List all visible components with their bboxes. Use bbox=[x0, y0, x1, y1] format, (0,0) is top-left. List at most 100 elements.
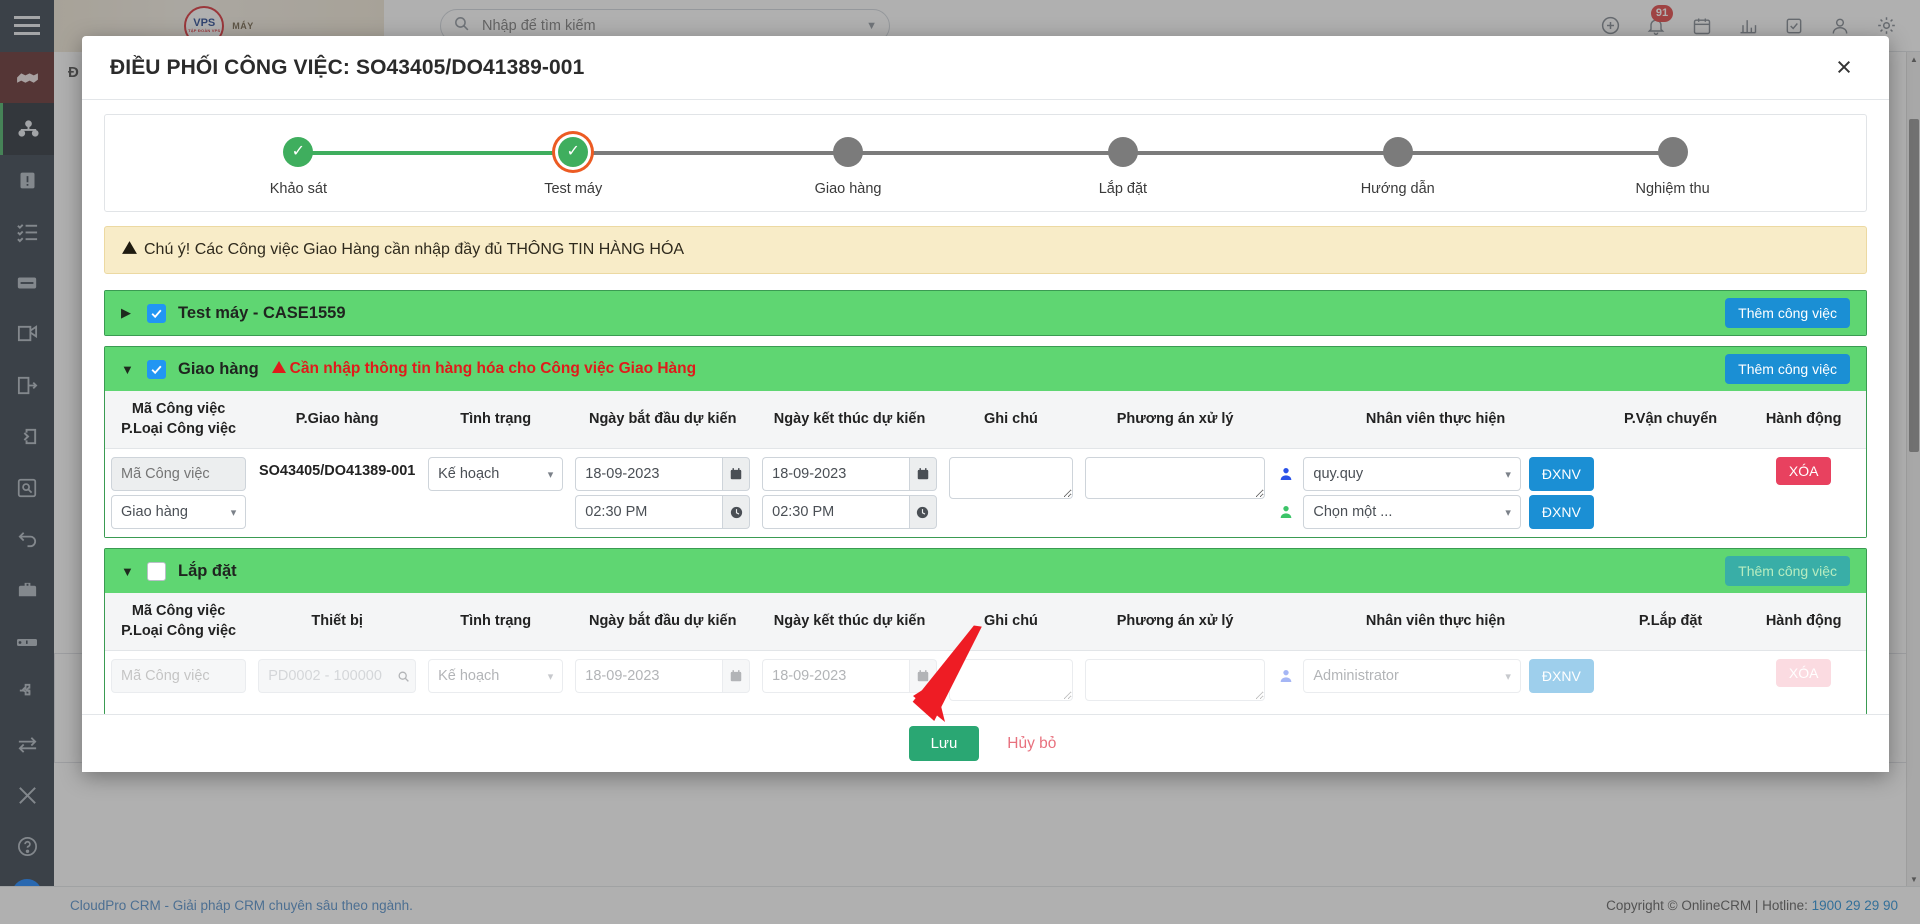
task-type-select[interactable]: Giao hàng ▾ bbox=[111, 495, 247, 530]
stepper-step-khao-sat[interactable]: ✓ Khảo sát bbox=[161, 137, 436, 197]
chevron-down-icon: ▾ bbox=[547, 670, 554, 683]
column-header-nhan-vien: Nhân viên thực hiện bbox=[1271, 593, 1600, 652]
lap-dat-task-table: Mã Công việc P.Loại Công việc Thiết bị T… bbox=[105, 593, 1866, 714]
add-task-button[interactable]: Thêm công việc bbox=[1725, 298, 1850, 328]
task-group-test-may: ▶ Test máy - CASE1559 Thêm công việc bbox=[104, 290, 1867, 336]
task-group-header[interactable]: ▶ Test máy - CASE1559 Thêm công việc bbox=[105, 291, 1866, 335]
task-group-header[interactable]: ▼ Lắp đặt Thêm công việc bbox=[105, 549, 1866, 594]
stepper-step-lap-dat[interactable]: Lắp đặt bbox=[986, 137, 1261, 197]
check-icon: ✓ bbox=[283, 137, 314, 167]
table-header-row: Mã Công việc P.Loại Công việc Thiết bị T… bbox=[105, 593, 1866, 652]
calendar-icon[interactable] bbox=[908, 457, 937, 492]
delivery-code: SO43405/DO41389-001 bbox=[258, 463, 416, 480]
user-icon bbox=[1277, 504, 1295, 520]
calendar-icon[interactable] bbox=[721, 457, 751, 492]
status-select[interactable]: Kế hoạch ▾ bbox=[428, 457, 564, 492]
task-group-header[interactable]: ▼ Giao hàng Cần nhập thông tin hàng hóa … bbox=[105, 347, 1866, 391]
column-header-nhan-vien: Nhân viên thực hiện bbox=[1271, 391, 1600, 450]
workflow-stepper: ✓ Khảo sát ✓ Test máy Giao hàng Lắp đặt bbox=[104, 114, 1867, 212]
delete-task-button[interactable]: XÓA bbox=[1775, 659, 1832, 688]
device-input[interactable] bbox=[258, 659, 392, 694]
end-date-field[interactable] bbox=[762, 457, 937, 492]
task-group-checkbox[interactable] bbox=[147, 303, 166, 323]
dxnv-button-primary[interactable]: ĐXNV bbox=[1528, 659, 1594, 694]
calendar-icon[interactable] bbox=[908, 659, 937, 694]
stepper-step-label: Nghiệm thu bbox=[1635, 181, 1710, 197]
task-code-input[interactable] bbox=[111, 457, 247, 492]
start-date-field[interactable] bbox=[575, 457, 751, 492]
task-group-checkbox[interactable] bbox=[147, 359, 166, 379]
end-date-input[interactable] bbox=[762, 457, 909, 492]
column-header-ngay-ket-thuc: Ngày kết thúc dự kiến bbox=[756, 391, 943, 450]
chevron-down-icon: ▾ bbox=[1505, 670, 1511, 683]
stepper-step-label: Hướng dẫn bbox=[1360, 181, 1435, 197]
stepper-step-giao-hang[interactable]: Giao hàng bbox=[711, 137, 986, 197]
cell-phuong-an bbox=[1079, 651, 1272, 714]
clock-icon[interactable] bbox=[908, 495, 937, 530]
start-date-field[interactable] bbox=[575, 659, 751, 694]
cell-p-giao-hang: SO43405/DO41389-001 bbox=[252, 449, 422, 538]
task-group-giao-hang: ▼ Giao hàng Cần nhập thông tin hàng hóa … bbox=[104, 346, 1867, 539]
start-date-input[interactable] bbox=[575, 457, 722, 492]
note-textarea[interactable] bbox=[948, 457, 1073, 500]
table-header-row: Mã Công việc P.Loại Công việc P.Giao hàn… bbox=[105, 391, 1866, 450]
add-task-button[interactable]: Thêm công việc bbox=[1725, 556, 1850, 587]
chevron-down-icon[interactable]: ▼ bbox=[121, 362, 135, 377]
circle-icon bbox=[1657, 137, 1688, 167]
stepper-step-nghiem-thu[interactable]: Nghiệm thu bbox=[1535, 137, 1810, 197]
stepper-step-test-may[interactable]: ✓ Test máy bbox=[436, 137, 711, 197]
status-select[interactable]: Kế hoạch ▾ bbox=[428, 659, 564, 694]
stepper-step-label: Giao hàng bbox=[814, 181, 882, 197]
end-time-input[interactable] bbox=[762, 495, 909, 530]
task-group-lap-dat: ▼ Lắp đặt Thêm công việc Mã Công việc P.… bbox=[104, 548, 1867, 714]
employee-secondary-select[interactable]: Chọn một ... ▾ bbox=[1303, 495, 1521, 530]
employee-primary-select[interactable]: Administrator ▾ bbox=[1303, 659, 1521, 694]
start-time-field[interactable] bbox=[575, 495, 751, 530]
add-task-button[interactable]: Thêm công việc bbox=[1725, 354, 1850, 384]
employee-primary-select[interactable]: quy.quy ▾ bbox=[1303, 457, 1521, 492]
cell-nhan-vien: Administrator ▾ ĐXNV bbox=[1271, 651, 1599, 714]
employee-primary-value: quy.quy bbox=[1313, 466, 1364, 483]
dxnv-button-primary[interactable]: ĐXNV bbox=[1528, 457, 1594, 492]
calendar-icon[interactable] bbox=[721, 659, 751, 694]
save-button[interactable]: Lưu bbox=[908, 726, 980, 761]
stepper-step-huong-dan[interactable]: Hướng dẫn bbox=[1260, 137, 1535, 197]
end-time-field[interactable] bbox=[762, 495, 937, 530]
chevron-right-icon[interactable]: ▶ bbox=[121, 305, 135, 321]
stepper-step-label: Test máy bbox=[544, 181, 603, 197]
modal-body: ✓ Khảo sát ✓ Test máy Giao hàng Lắp đặt bbox=[82, 100, 1889, 714]
device-field[interactable] bbox=[258, 659, 417, 694]
plan-textarea[interactable] bbox=[1084, 457, 1266, 500]
column-header-ngay-bat-dau: Ngày bắt đầu dự kiến bbox=[569, 593, 757, 652]
column-header-line2: P.Loại Công việc bbox=[121, 622, 237, 639]
end-date-field[interactable] bbox=[762, 659, 937, 694]
table-row: Giao hàng ▾ SO43405/DO41389-001 Kế hoạch bbox=[105, 449, 1866, 538]
table-row: Kế hoạch ▾ bbox=[105, 651, 1866, 714]
task-code-input[interactable] bbox=[111, 659, 247, 694]
start-time-input[interactable] bbox=[575, 495, 722, 530]
note-textarea[interactable] bbox=[948, 659, 1073, 702]
delete-task-button[interactable]: XÓA bbox=[1775, 457, 1832, 486]
column-header-ghi-chu: Ghi chú bbox=[942, 593, 1079, 652]
task-group-title: Lắp đặt bbox=[178, 561, 237, 580]
cell-hanh-dong: XÓA bbox=[1741, 449, 1866, 538]
cell-ngay-ket-thuc bbox=[756, 449, 943, 538]
employee-row-primary: quy.quy ▾ ĐXNV bbox=[1277, 457, 1594, 492]
chevron-down-icon: ▾ bbox=[547, 468, 554, 481]
task-group-title: Test máy - CASE1559 bbox=[178, 303, 346, 322]
chevron-down-icon[interactable]: ▼ bbox=[121, 564, 135, 579]
cancel-button[interactable]: Hủy bỏ bbox=[1001, 734, 1062, 754]
search-icon[interactable] bbox=[391, 659, 417, 694]
modal-title: ĐIỀU PHỐI CÔNG VIỆC: SO43405/DO41389-001 bbox=[110, 55, 585, 79]
task-group-warning: Cần nhập thông tin hàng hóa cho Công việ… bbox=[271, 359, 696, 380]
close-icon[interactable]: × bbox=[1827, 51, 1861, 85]
cell-ma-cong-viec: Giao hàng ▾ bbox=[105, 449, 252, 538]
clock-icon[interactable] bbox=[721, 495, 751, 530]
dxnv-button-secondary[interactable]: ĐXNV bbox=[1528, 495, 1594, 530]
modal-header: ĐIỀU PHỐI CÔNG VIỆC: SO43405/DO41389-001… bbox=[82, 36, 1889, 100]
plan-textarea[interactable] bbox=[1084, 659, 1266, 702]
end-date-input[interactable] bbox=[762, 659, 909, 694]
start-date-input[interactable] bbox=[575, 659, 722, 694]
cell-ngay-bat-dau bbox=[569, 449, 756, 538]
task-group-checkbox[interactable] bbox=[147, 561, 166, 581]
